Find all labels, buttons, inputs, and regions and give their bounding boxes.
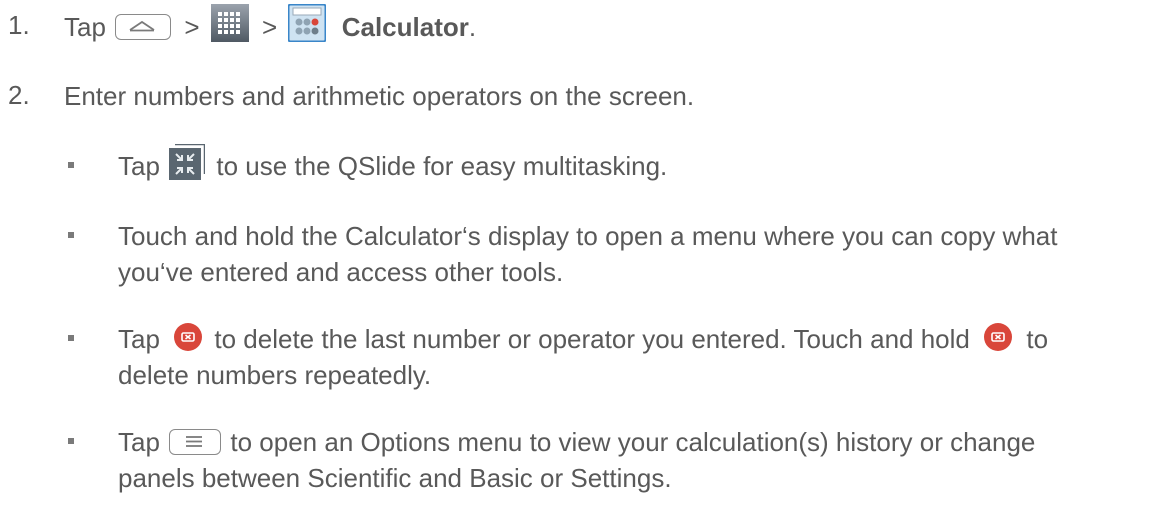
- bullet-4-line-2: panels between Scientific and Basic or S…: [118, 463, 672, 493]
- calculator-app-name: Calculator: [341, 11, 469, 42]
- bullet-1-line: Tap to use the QSlide for easy multitask…: [118, 144, 668, 186]
- bullet-3-text-b: to: [1026, 324, 1049, 354]
- bullet-marker: [68, 438, 74, 444]
- bullet-2-line-2: you‘ve entered and access other tools.: [118, 257, 564, 287]
- bullet-1-tap: Tap: [118, 151, 160, 181]
- step-1-number: 1.: [8, 10, 30, 40]
- step-1-tap: Tap: [64, 11, 106, 42]
- step-1-line: Tap > > Calculator.: [64, 4, 477, 48]
- bullet-4-line-1: Tap to open an Options menu to view your…: [118, 426, 1035, 458]
- bullet-marker: [68, 335, 74, 341]
- step-2-text: Enter numbers and arithmetic operators o…: [64, 81, 695, 111]
- bullet-3-text-a: to delete the last number or operator yo…: [214, 324, 970, 354]
- bullet-3-line-1: Tap to delete the last number or operato…: [118, 323, 1048, 356]
- calculator-app-icon: [288, 4, 327, 42]
- bullet-2-line-1: Touch and hold the Calculator‘s display …: [118, 221, 1058, 251]
- step-2-number: 2.: [8, 80, 30, 110]
- bullet-3-tap: Tap: [118, 324, 160, 354]
- menu-key-icon: [169, 429, 222, 456]
- bullet-3-line-2: delete numbers repeatedly.: [118, 360, 432, 390]
- step-1-separator-2: >: [262, 11, 278, 42]
- bullet-marker: [68, 232, 74, 238]
- bullet-1-text: to use the QSlide for easy multitasking.: [216, 151, 668, 181]
- step-1-end: .: [468, 11, 477, 42]
- step-1-separator-1: >: [184, 11, 200, 42]
- delete-icon: [173, 322, 203, 352]
- home-key-icon: [115, 14, 172, 40]
- bullet-4-text: to open an Options menu to view your cal…: [230, 427, 1036, 457]
- delete-icon: [983, 322, 1013, 352]
- bullet-4-tap: Tap: [118, 427, 160, 457]
- qslide-icon: [169, 144, 206, 181]
- bullet-marker: [68, 162, 74, 168]
- apps-grid-icon: [210, 4, 249, 42]
